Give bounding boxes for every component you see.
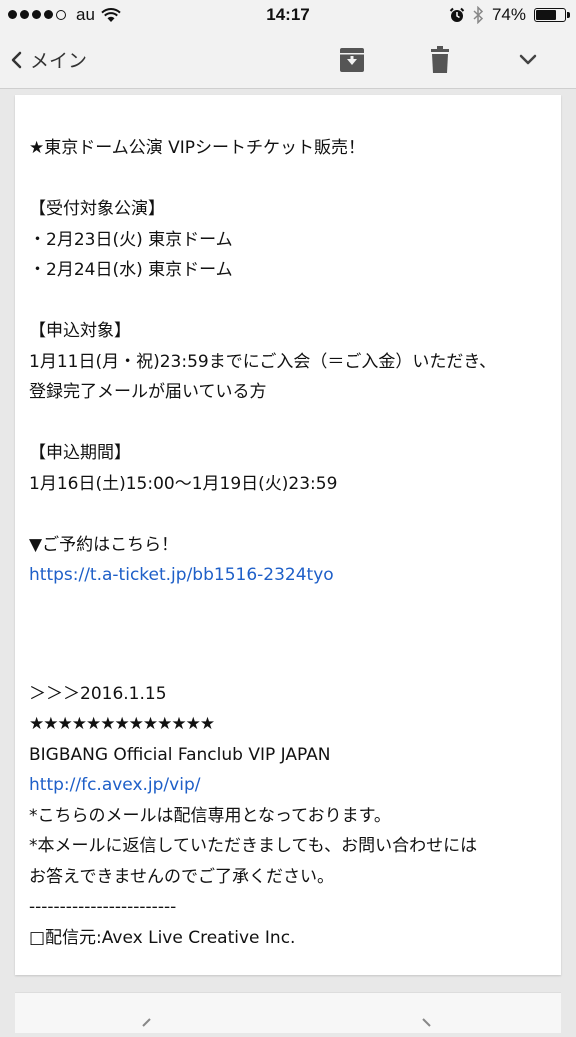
divider-line: ------------------------: [29, 897, 177, 917]
section-title: 【申込期間】: [29, 443, 131, 463]
notice-line: お答えできませんのでご了承ください。: [29, 866, 334, 887]
reserve-link[interactable]: https://t.a-ticket.jp/bb1516-2324tyo: [29, 565, 334, 585]
back-label: メイン: [30, 51, 88, 72]
alarm-icon: [449, 7, 465, 22]
event-line: ・2月23日(火) 東京ドーム: [29, 229, 233, 250]
eligibility-line: 1月11日(月・祝)23:59までにご入会（＝ご入金）いただき、: [29, 351, 497, 372]
fanclub-name: BIGBANG Official Fanclub VIP JAPAN: [29, 744, 331, 765]
battery-icon: [534, 8, 570, 22]
archive-icon: [340, 48, 364, 72]
reply-actions-icon: [142, 1018, 431, 1027]
bluetooth-icon: [473, 6, 484, 24]
more-button[interactable]: [512, 44, 544, 76]
period-line: 1月16日(土)15:00〜1月19日(火)23:59: [29, 473, 338, 494]
status-bar: au 14:17 74%: [0, 0, 576, 30]
email-body: ★東京ドーム公演 VIPシートチケット販売！ 【受付対象公演】 ・2月23日(火…: [29, 133, 554, 953]
stars-line: ★★★★★★★★★★★★★: [29, 714, 215, 734]
back-button[interactable]: メイン: [10, 46, 87, 73]
bottom-reply-bar: [15, 992, 561, 1033]
section-title: 【受付対象公演】: [29, 199, 165, 219]
archive-button[interactable]: [336, 44, 368, 76]
mail-toolbar: メイン: [0, 30, 576, 89]
notice-line: *こちらのメールは配信専用となっております。: [29, 805, 391, 826]
chevron-left-icon: [11, 51, 22, 68]
fanclub-link[interactable]: http://fc.avex.jp/vip/: [29, 775, 200, 795]
event-line: ・2月24日(水) 東京ドーム: [29, 260, 233, 280]
eligibility-line: 登録完了メールが届いている方: [29, 382, 267, 402]
section-title: 【申込対象】: [29, 321, 131, 341]
delete-button[interactable]: [424, 44, 456, 76]
reserve-label: ▼ご予約はこちら！: [29, 534, 179, 555]
email-heading: ★東京ドーム公演 VIPシートチケット販売！: [29, 138, 366, 158]
trash-icon: [431, 46, 449, 73]
date-line: ＞＞＞2016.1.15: [29, 683, 167, 704]
chevron-down-icon: [519, 54, 537, 65]
battery-percent: 74%: [491, 5, 526, 24]
sender-line: □配信元:Avex Live Creative Inc.: [29, 927, 296, 948]
email-body-card: ★東京ドーム公演 VIPシートチケット販売！ 【受付対象公演】 ・2月23日(火…: [15, 95, 561, 975]
notice-line: *本メールに返信していただきましても、お問い合わせには: [29, 836, 478, 856]
